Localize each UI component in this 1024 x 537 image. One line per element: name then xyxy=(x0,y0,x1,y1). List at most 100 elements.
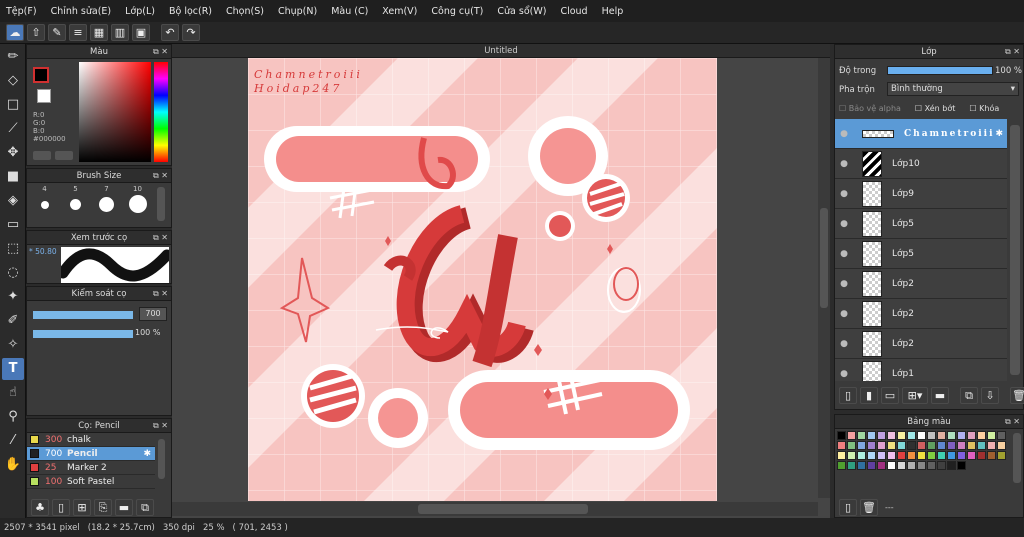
layer-opacity-slider[interactable] xyxy=(887,66,993,75)
tree-icon[interactable]: ♣ xyxy=(31,499,49,516)
palette-swatch[interactable] xyxy=(997,441,1006,450)
palette-swatch[interactable] xyxy=(947,441,956,450)
panel-window-icons[interactable]: ⧉ ✕ xyxy=(1005,415,1020,429)
palette-swatch[interactable] xyxy=(847,441,856,450)
select-tool-icon[interactable]: ⬚ xyxy=(2,238,24,260)
menu-window[interactable]: Cửa sổ(W) xyxy=(497,6,546,17)
palette-swatch[interactable] xyxy=(957,441,966,450)
hue-slider[interactable] xyxy=(154,62,168,162)
rectangle-tool-icon[interactable]: □ xyxy=(2,94,24,116)
palette-swatch[interactable] xyxy=(857,431,866,440)
panel-window-icons[interactable]: ⧉ ✕ xyxy=(153,231,168,245)
palette-swatch[interactable] xyxy=(907,431,916,440)
layer-row[interactable]: ● Lớp1 xyxy=(835,359,1007,381)
select-eraser-icon[interactable]: ✧ xyxy=(2,334,24,356)
palette-swatch[interactable] xyxy=(857,441,866,450)
palette-swatch[interactable] xyxy=(897,441,906,450)
palette-scrollbar[interactable] xyxy=(1013,433,1021,483)
palette-swatch[interactable] xyxy=(967,441,976,450)
eye-icon[interactable]: ● xyxy=(835,339,853,349)
brush-size-cell[interactable]: 10 xyxy=(122,185,153,225)
copy-brush-icon[interactable]: ⎘ xyxy=(94,499,112,516)
protect-alpha-checkbox[interactable]: ☐ Bảo vệ alpha xyxy=(839,104,901,113)
document-tab[interactable]: Untitled xyxy=(172,44,830,58)
brush-item[interactable]: 25 Marker 2 xyxy=(27,461,155,475)
swap-color-button[interactable] xyxy=(55,151,73,160)
move-tool-icon[interactable]: ✥ xyxy=(2,142,24,164)
menu-tools[interactable]: Công cụ(T) xyxy=(431,6,483,17)
eye-icon[interactable]: ● xyxy=(835,159,853,169)
layer-row[interactable]: ● Lớp9 xyxy=(835,179,1007,209)
layer-row[interactable]: ● Lớp2 xyxy=(835,329,1007,359)
palette-swatch[interactable] xyxy=(937,431,946,440)
palette-swatch[interactable] xyxy=(907,441,916,450)
palette-swatch[interactable] xyxy=(847,431,856,440)
new-color-icon[interactable]: ▯ xyxy=(839,499,857,516)
folder-icon[interactable]: ▬ xyxy=(115,499,133,516)
palette-swatch[interactable] xyxy=(967,431,976,440)
brush-list-scrollbar[interactable] xyxy=(158,439,165,479)
palette-swatch[interactable] xyxy=(867,451,876,460)
menu-filter[interactable]: Bộ lọc(R) xyxy=(169,6,212,17)
palette-swatch[interactable] xyxy=(837,451,846,460)
layer-row[interactable]: ● Lớp2 xyxy=(835,269,1007,299)
palette-swatch[interactable] xyxy=(937,451,946,460)
palette-swatch[interactable] xyxy=(907,451,916,460)
new-layer1-icon[interactable]: ▭ xyxy=(881,387,899,404)
brush-item[interactable]: 100 Soft Pastel xyxy=(27,475,155,489)
palette-swatch[interactable] xyxy=(997,451,1006,460)
palette-swatch[interactable] xyxy=(917,451,926,460)
palette-swatch[interactable] xyxy=(877,461,886,470)
layer-row[interactable]: ● Lớp2 xyxy=(835,299,1007,329)
palette-swatch[interactable] xyxy=(887,451,896,460)
panel-window-icons[interactable]: ⧉ ✕ xyxy=(1005,45,1020,59)
window-icon[interactable]: ▣ xyxy=(132,24,150,41)
panel-window-icons[interactable]: ⧉ ✕ xyxy=(153,419,168,433)
palette-swatch[interactable] xyxy=(877,431,886,440)
menu-view[interactable]: Xem(V) xyxy=(382,6,417,17)
eye-icon[interactable]: ● xyxy=(835,189,853,199)
duplicate-layer-icon[interactable]: ⧉ xyxy=(960,387,978,404)
new-layer-icon[interactable]: ▯ xyxy=(839,387,857,404)
palette-swatch[interactable] xyxy=(977,431,986,440)
brush-item[interactable]: 300 chalk xyxy=(27,433,155,447)
eraser-tool-icon[interactable]: ◇ xyxy=(2,70,24,92)
fill-rect-icon[interactable]: ■ xyxy=(2,166,24,188)
menu-help[interactable]: Help xyxy=(602,6,624,17)
palette-swatch[interactable] xyxy=(957,451,966,460)
palette-swatch[interactable] xyxy=(987,451,996,460)
dropper-tool-icon[interactable]: ⚲ xyxy=(2,406,24,428)
palette-swatch[interactable] xyxy=(977,441,986,450)
palette-swatch[interactable] xyxy=(947,431,956,440)
magic-brush-icon[interactable]: ⟋ xyxy=(2,118,24,140)
palette-swatch[interactable] xyxy=(917,431,926,440)
palette-swatch[interactable] xyxy=(857,451,866,460)
duplicate-icon[interactable]: ⧉ xyxy=(136,499,154,516)
magic-wand-icon[interactable]: ✦ xyxy=(2,286,24,308)
palette-swatch[interactable] xyxy=(887,431,896,440)
palette-swatch[interactable] xyxy=(907,461,916,470)
layer-scrollbar[interactable] xyxy=(1010,125,1020,375)
layout-icon[interactable]: ▥ xyxy=(111,24,129,41)
comment-icon[interactable]: ✎ xyxy=(48,24,66,41)
hand-tool-icon[interactable]: ✋ xyxy=(2,454,24,476)
menu-select[interactable]: Chọn(S) xyxy=(226,6,264,17)
brush-size-cell[interactable]: 5 xyxy=(60,185,91,225)
palette-swatch[interactable] xyxy=(927,451,936,460)
palette-swatch[interactable] xyxy=(977,451,986,460)
color-field[interactable] xyxy=(79,62,151,162)
trash-icon[interactable]: 🗑 xyxy=(860,499,878,516)
eye-icon[interactable]: ● xyxy=(835,279,853,289)
palette-swatch[interactable] xyxy=(987,431,996,440)
panel-window-icons[interactable]: ⧉ ✕ xyxy=(153,45,168,59)
palette-swatch[interactable] xyxy=(927,441,936,450)
background-swatch[interactable] xyxy=(37,89,51,103)
undo-icon[interactable]: ↶ xyxy=(161,24,179,41)
palette-swatch[interactable] xyxy=(867,461,876,470)
palette-swatch[interactable] xyxy=(887,461,896,470)
palette-swatch[interactable] xyxy=(837,441,846,450)
brush-size-slider[interactable] xyxy=(33,311,133,319)
layer-row[interactable]: ● Lớp10 xyxy=(835,149,1007,179)
trash-icon[interactable]: 🗑 xyxy=(1010,387,1024,404)
merge-layer-icon[interactable]: ⇩ xyxy=(981,387,999,404)
